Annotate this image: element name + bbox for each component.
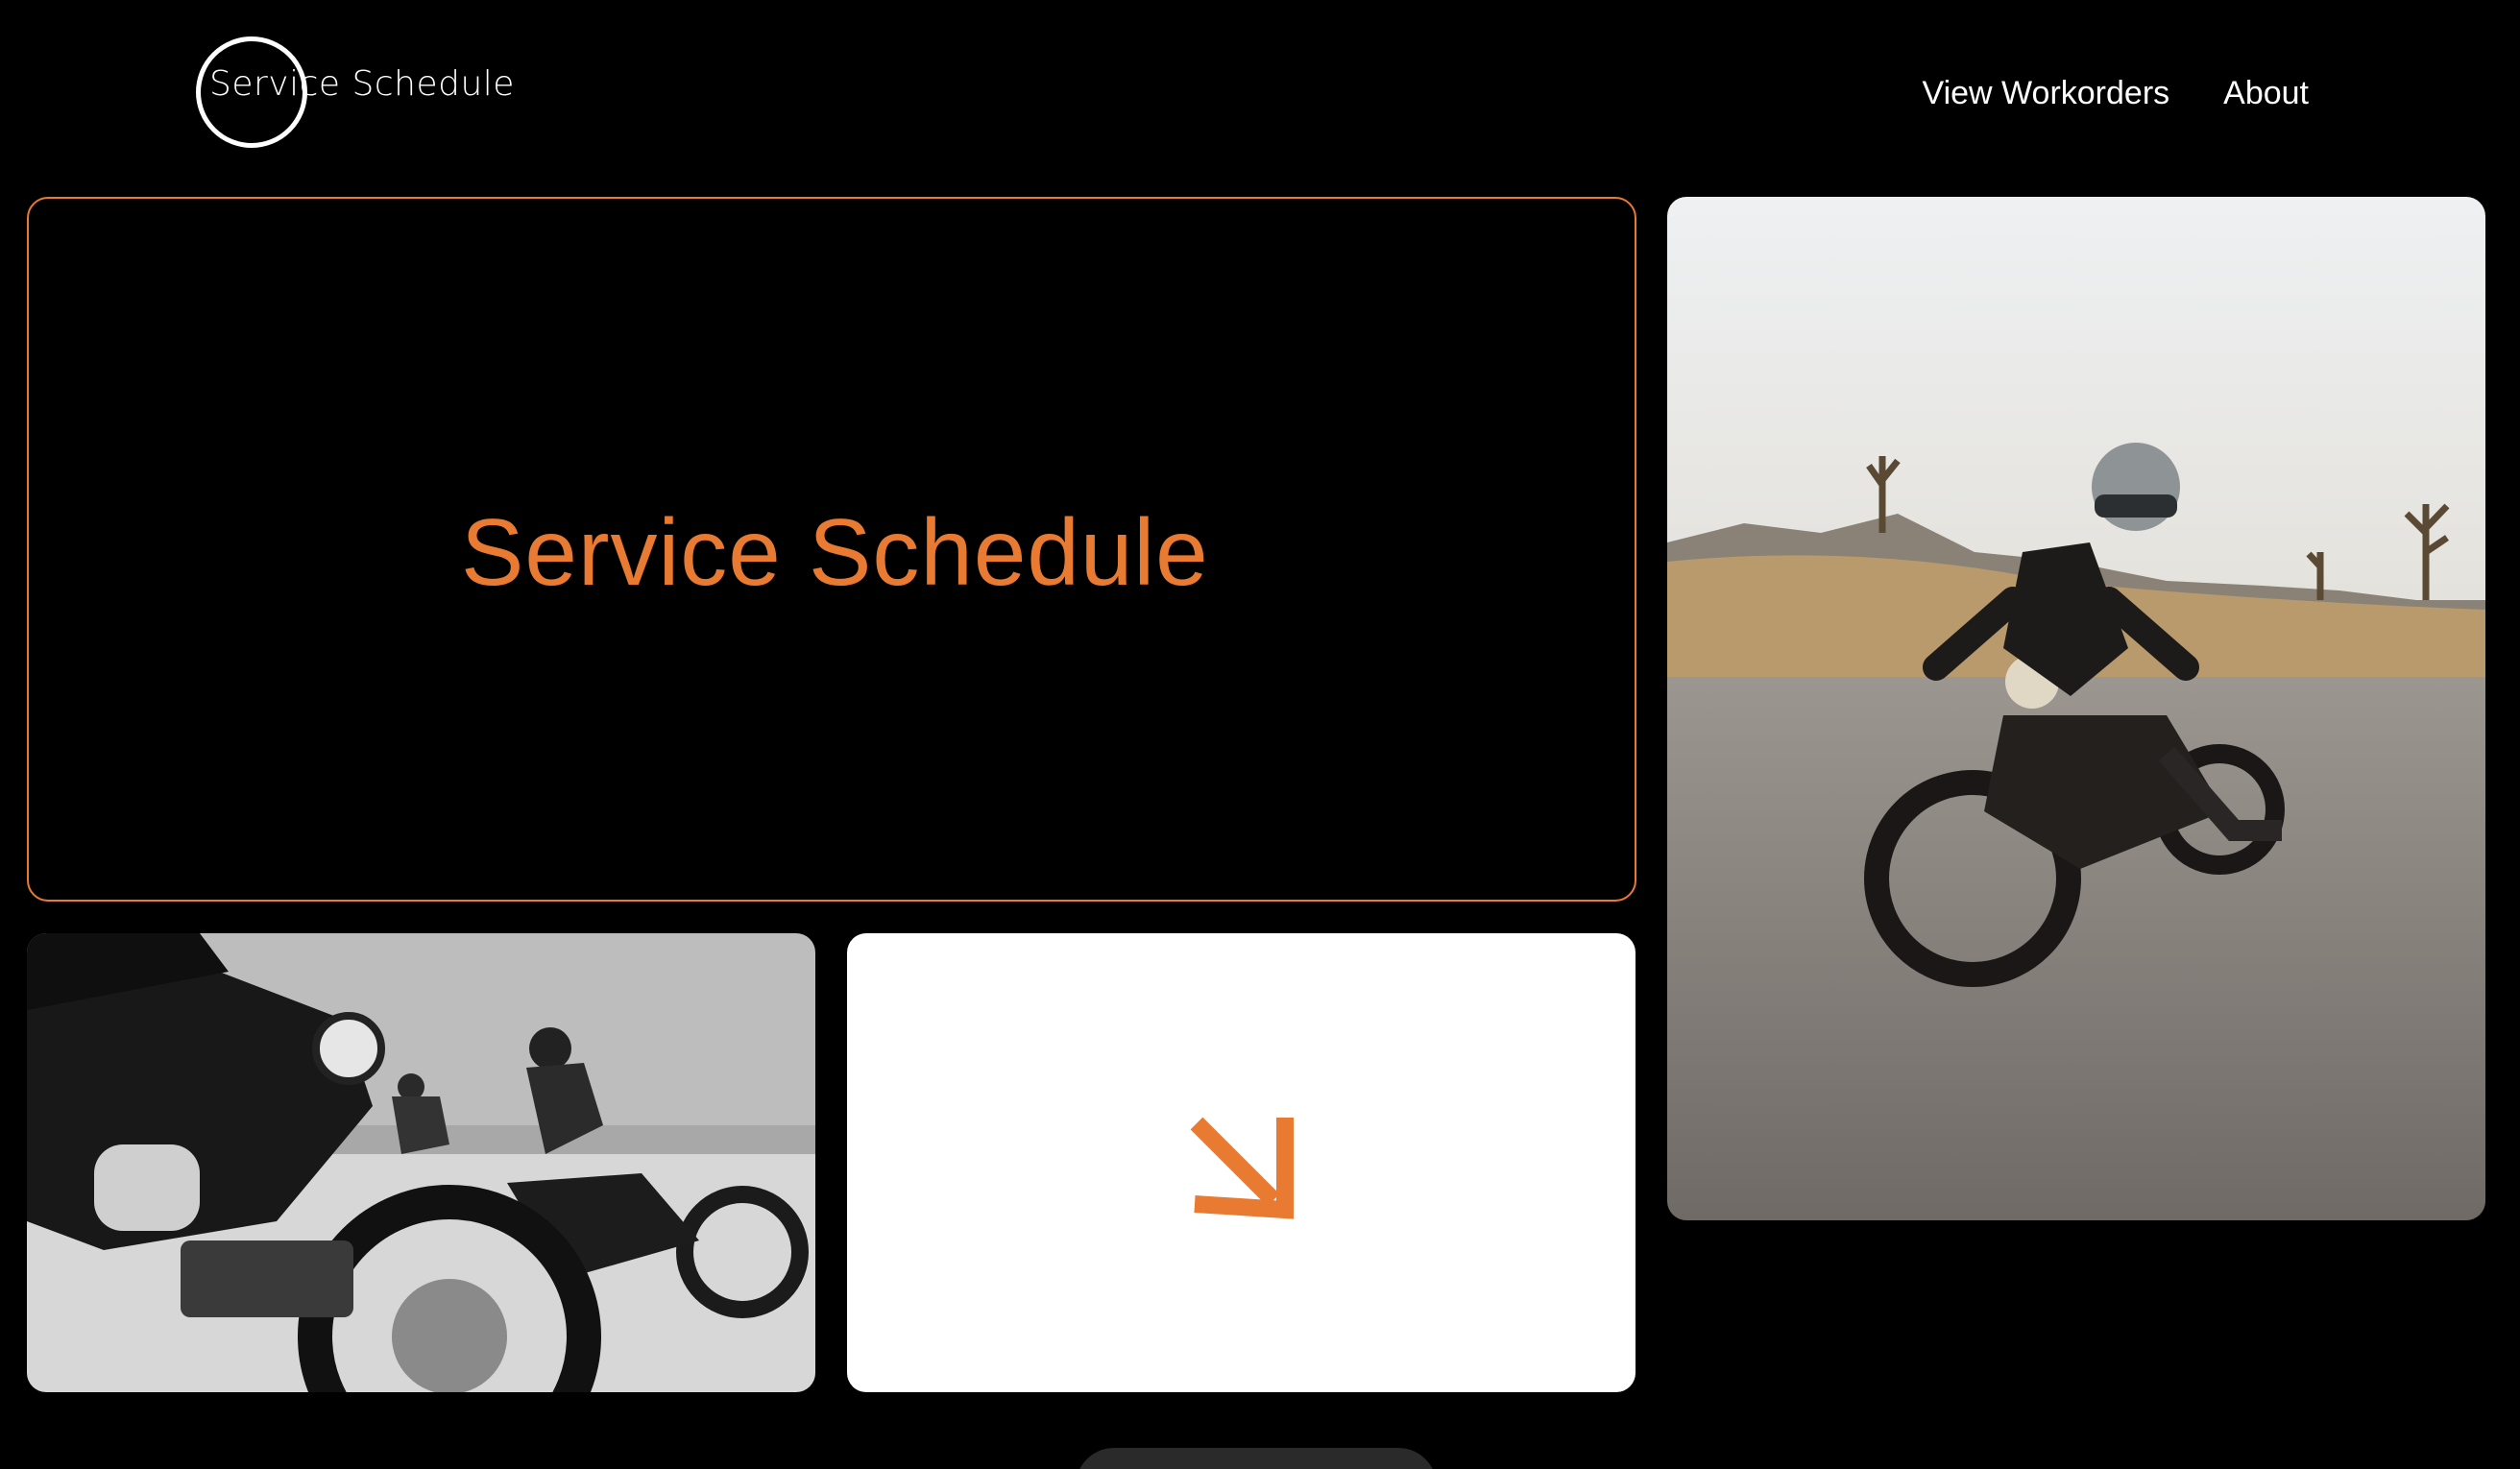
- bottom-pill-button[interactable]: [1076, 1448, 1437, 1469]
- bw-riders-photo: [27, 933, 815, 1392]
- arrow-link-card[interactable]: [847, 933, 1636, 1392]
- page: Service Schedule View Workorders About S…: [0, 0, 2520, 1469]
- bw-riders-image: [27, 933, 815, 1392]
- arrow-down-right-icon: [1190, 1117, 1294, 1219]
- nav-link-view-workorders[interactable]: View Workorders: [1923, 75, 2170, 112]
- desert-rider-image: [1667, 197, 2485, 1220]
- logo-text: Service Schedule: [209, 63, 515, 104]
- hero-card: Service Schedule: [27, 197, 1636, 902]
- main-nav: View Workorders About: [1923, 75, 2309, 112]
- hero-title: Service Schedule: [461, 499, 1209, 605]
- logo[interactable]: Service Schedule: [196, 36, 515, 157]
- nav-link-about[interactable]: About: [2223, 75, 2309, 112]
- desert-rider-photo: [1667, 197, 2485, 1220]
